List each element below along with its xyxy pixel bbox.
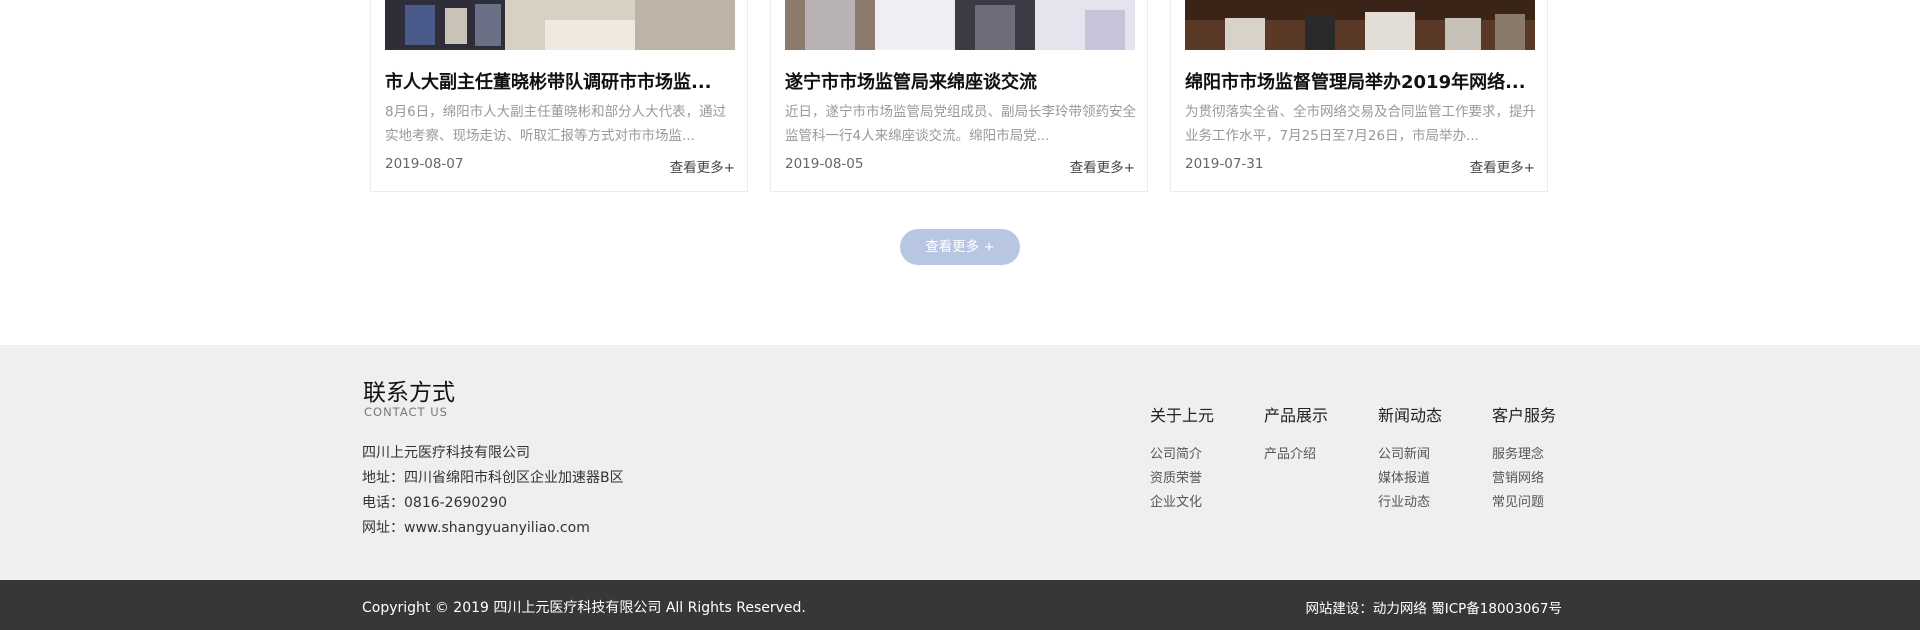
footer-nav-link[interactable]: 行业动态 — [1378, 491, 1478, 515]
bottom-bar: Copyright © 2019 四川上元医疗科技有限公司 All Rights… — [0, 580, 1920, 630]
contact-subtitle: CONTACT US — [364, 405, 448, 419]
footer-nav-link[interactable]: 常见问题 — [1492, 491, 1592, 515]
company-website[interactable]: 网址：www.shangyuanyiliao.com — [362, 517, 590, 537]
contact-title: 联系方式 — [363, 380, 455, 406]
news-photo[interactable] — [385, 0, 735, 50]
news-photo[interactable] — [785, 0, 1135, 50]
news-title[interactable]: 遂宁市市场监管局来绵座谈交流 — [785, 68, 1137, 94]
news-card[interactable]: 遂宁市市场监管局来绵座谈交流 近日，遂宁市市场监管局党组成员、副局长李玲带领药安… — [770, 0, 1148, 192]
company-address: 地址：四川省绵阳市科创区企业加速器B区 — [362, 470, 624, 486]
footer-nav-link[interactable]: 公司新闻 — [1378, 443, 1478, 467]
news-date: 2019-08-05 — [785, 156, 864, 172]
news-date: 2019-08-07 — [385, 156, 464, 172]
footer-nav-service: 客户服务 服务理念 营销网络 常见问题 — [1492, 402, 1592, 515]
footer: 联系方式 CONTACT US 四川上元医疗科技有限公司 地址：四川省绵阳市科创… — [0, 345, 1920, 580]
news-title[interactable]: 市人大副主任董晓彬带队调研市市场监... — [385, 68, 737, 94]
news-desc: 为贯彻落实全省、全市网络交易及合同监管工作要求，提升业务工作水平，7月25日至7… — [1185, 104, 1536, 144]
footer-nav-link[interactable]: 企业文化 — [1150, 491, 1250, 515]
company-phone: 电话：0816-2690290 — [362, 495, 508, 511]
news-card[interactable]: 绵阳市市场监督管理局举办2019年网络... 为贯彻落实全省、全市网络交易及合同… — [1170, 0, 1548, 192]
view-more-button[interactable]: 查看更多 + — [900, 229, 1020, 265]
news-more-link[interactable]: 查看更多+ — [1070, 156, 1135, 176]
footer-nav-link[interactable]: 服务理念 — [1492, 443, 1592, 467]
footer-nav-link[interactable]: 产品介绍 — [1264, 443, 1364, 467]
footer-nav-products: 产品展示 产品介绍 — [1264, 402, 1364, 467]
news-desc: 8月6日，绵阳市人大副主任董晓彬和部分人大代表，通过实地考察、现场走访、听取汇报… — [385, 104, 727, 144]
company-name: 四川上元医疗科技有限公司 — [362, 445, 530, 461]
footer-nav-title[interactable]: 新闻动态 — [1378, 402, 1478, 426]
footer-nav-title[interactable]: 客户服务 — [1492, 402, 1592, 426]
footer-nav-link[interactable]: 营销网络 — [1492, 467, 1592, 491]
site-build-icp[interactable]: 网站建设：动力网络 蜀ICP备18003067号 — [1305, 597, 1562, 617]
copyright-text: Copyright © 2019 四川上元医疗科技有限公司 All Rights… — [362, 600, 806, 616]
news-card[interactable]: 市人大副主任董晓彬带队调研市市场监... 8月6日，绵阳市人大副主任董晓彬和部分… — [370, 0, 748, 192]
footer-nav-about: 关于上元 公司简介 资质荣誉 企业文化 — [1150, 402, 1250, 515]
news-more-link[interactable]: 查看更多+ — [670, 156, 735, 176]
news-desc: 近日，遂宁市市场监管局党组成员、副局长李玲带领药安全监管科一行4人来绵座谈交流。… — [785, 104, 1136, 144]
footer-nav-link[interactable]: 公司简介 — [1150, 443, 1250, 467]
news-title[interactable]: 绵阳市市场监督管理局举办2019年网络... — [1185, 68, 1537, 94]
footer-nav-title[interactable]: 产品展示 — [1264, 402, 1364, 426]
footer-nav-link[interactable]: 媒体报道 — [1378, 467, 1478, 491]
news-more-link[interactable]: 查看更多+ — [1470, 156, 1535, 176]
news-photo[interactable] — [1185, 0, 1535, 50]
footer-nav-news: 新闻动态 公司新闻 媒体报道 行业动态 — [1378, 402, 1478, 515]
footer-nav-title[interactable]: 关于上元 — [1150, 402, 1250, 426]
news-date: 2019-07-31 — [1185, 156, 1264, 172]
news-section: 市人大副主任董晓彬带队调研市市场监... 8月6日，绵阳市人大副主任董晓彬和部分… — [0, 0, 1920, 345]
footer-nav-link[interactable]: 资质荣誉 — [1150, 467, 1250, 491]
